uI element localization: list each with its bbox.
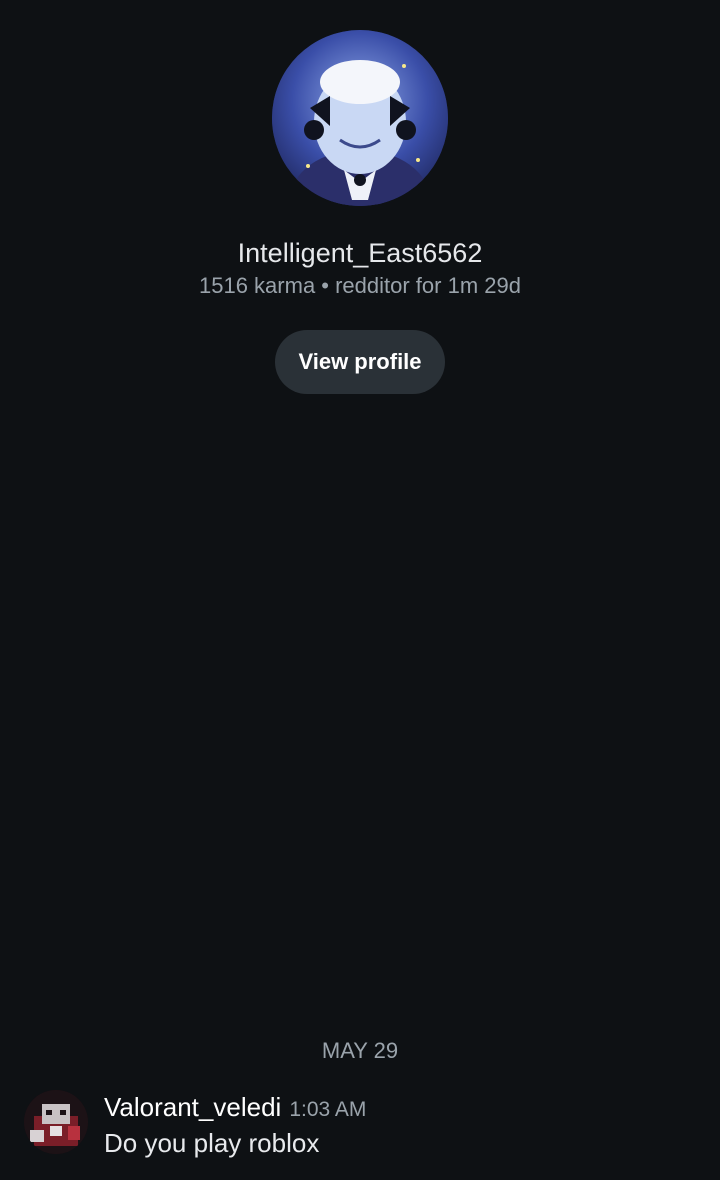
message-avatar[interactable] <box>24 1090 88 1154</box>
date-separator: MAY 29 <box>321 1038 399 1063</box>
profile-avatar-image <box>272 30 448 206</box>
profile-username: Intelligent_East6562 <box>237 238 483 268</box>
profile-avatar[interactable] <box>272 30 448 206</box>
message-author[interactable]: Valorant_veledi <box>104 1090 281 1124</box>
profile-meta: 1516 karma • redditor for 1m 29d <box>199 273 521 298</box>
message-body: Valorant_veledi 1:03 AM Do you play robl… <box>104 1090 366 1160</box>
profile-header: Intelligent_East6562 1516 karma • reddit… <box>0 0 720 394</box>
message-avatar-image <box>24 1090 88 1154</box>
message-header: Valorant_veledi 1:03 AM <box>104 1090 366 1124</box>
view-profile-button[interactable]: View profile <box>275 330 445 394</box>
message-item: Valorant_veledi 1:03 AM Do you play robl… <box>24 1090 696 1160</box>
message-timestamp: 1:03 AM <box>289 1098 367 1121</box>
message-text: Do you play roblox <box>104 1128 320 1158</box>
